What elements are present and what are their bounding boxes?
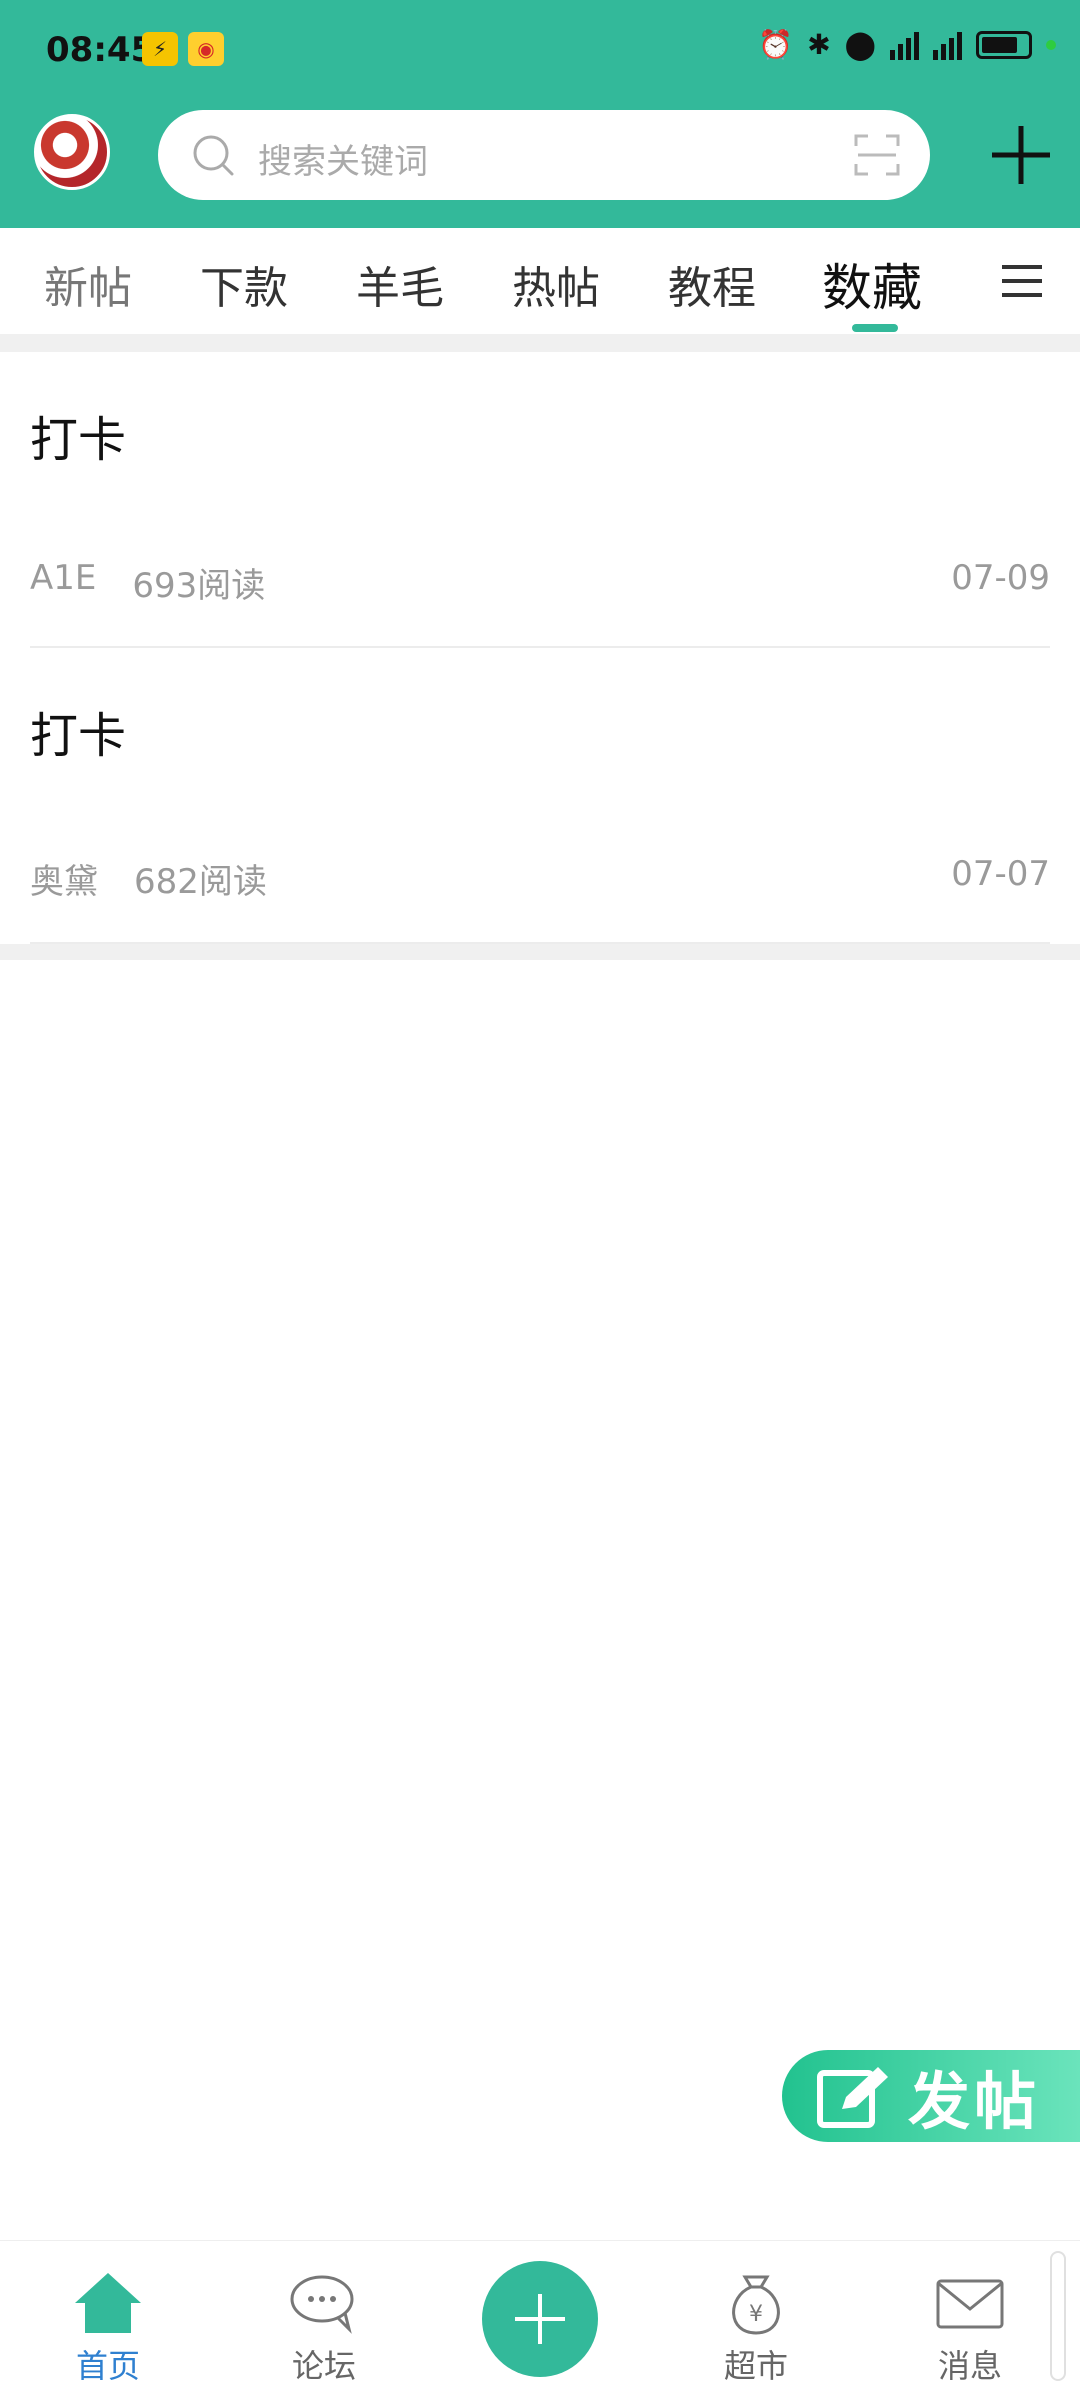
search-icon: [193, 135, 234, 176]
plus-icon: [515, 2294, 565, 2344]
indicator-dot-icon: [1046, 40, 1056, 50]
nav-messages[interactable]: 消息: [900, 2271, 1040, 2387]
post-author: A1E: [30, 558, 97, 598]
post-reads: 682阅读: [134, 862, 267, 902]
home-icon: [75, 2273, 141, 2333]
tab-new[interactable]: 新帖: [44, 252, 132, 316]
post-meta: A1E 693阅读: [30, 558, 265, 607]
divider: [0, 944, 1080, 960]
tab-deals[interactable]: 羊毛: [356, 252, 444, 316]
post-author: 奥黛: [30, 862, 98, 902]
center-add-button[interactable]: [482, 2261, 598, 2377]
tab-tutorial[interactable]: 教程: [668, 252, 756, 316]
nav-home-label: 首页: [75, 2347, 140, 2385]
post-reads: 693阅读: [132, 566, 266, 606]
post-date: 07-09: [951, 558, 1050, 598]
add-icon[interactable]: [990, 124, 1052, 186]
status-bar: 08:45 ⚡ ◉ ⏰ ✱ ⬤: [0, 0, 1080, 100]
list-item[interactable]: 打卡 奥黛 682阅读 07-07: [0, 648, 1080, 944]
scrollbar[interactable]: [1050, 2251, 1066, 2381]
nav-forum[interactable]: 论坛: [254, 2271, 394, 2387]
category-tabs: 新帖 下款 羊毛 热帖 教程 数藏: [0, 228, 1080, 334]
post-title: 打卡: [30, 412, 127, 468]
nav-home[interactable]: 首页: [38, 2271, 178, 2387]
tab-hot[interactable]: 热帖: [512, 252, 600, 316]
svg-text:¥: ¥: [749, 2302, 763, 2327]
mail-icon: [936, 2279, 1004, 2329]
post-title: 打卡: [30, 708, 127, 764]
scan-icon[interactable]: [854, 132, 900, 178]
tab-digital-collection[interactable]: 数藏: [822, 248, 922, 320]
chat-icon: [290, 2275, 354, 2334]
active-tab-indicator: [852, 324, 898, 332]
alarm-icon: ⏰: [758, 28, 794, 61]
weibo-notification-icon: ◉: [188, 32, 224, 66]
money-bag-icon: ¥: [732, 2275, 780, 2335]
notification-icons: ⚡ ◉: [142, 32, 224, 66]
post-date: 07-07: [951, 854, 1050, 894]
menu-icon[interactable]: [1002, 264, 1042, 298]
list-item[interactable]: 打卡 A1E 693阅读 07-09: [0, 352, 1080, 648]
nav-market[interactable]: ¥ 超市: [686, 2271, 826, 2387]
status-time: 08:45: [46, 30, 155, 70]
signal-4g-icon: [933, 30, 962, 60]
tab-loans[interactable]: 下款: [200, 252, 288, 316]
search-placeholder: 搜索关键词: [258, 142, 428, 182]
signal-5g-icon: [890, 30, 919, 60]
system-icons: ⏰ ✱ ⬤: [758, 30, 1056, 60]
top-bar: 搜索关键词: [0, 100, 1080, 228]
battery-icon: [976, 31, 1032, 59]
nav-market-label: 超市: [723, 2347, 788, 2385]
location-icon: ⬤: [844, 28, 876, 61]
divider: [0, 334, 1080, 352]
bluetooth-icon: ✱: [807, 28, 831, 61]
avatar[interactable]: [34, 114, 110, 190]
create-post-button[interactable]: 发帖: [782, 2050, 1080, 2142]
nav-forum-label: 论坛: [291, 2347, 356, 2385]
bottom-nav: 首页 论坛 ¥ 超市 消息: [0, 2240, 1080, 2400]
post-meta: 奥黛 682阅读: [30, 854, 267, 903]
app-notification-icon: ⚡: [142, 32, 178, 66]
create-post-label: 发帖: [908, 2065, 1041, 2138]
edit-icon: [817, 2067, 888, 2128]
nav-messages-label: 消息: [937, 2347, 1002, 2385]
search-input[interactable]: 搜索关键词: [158, 110, 930, 200]
